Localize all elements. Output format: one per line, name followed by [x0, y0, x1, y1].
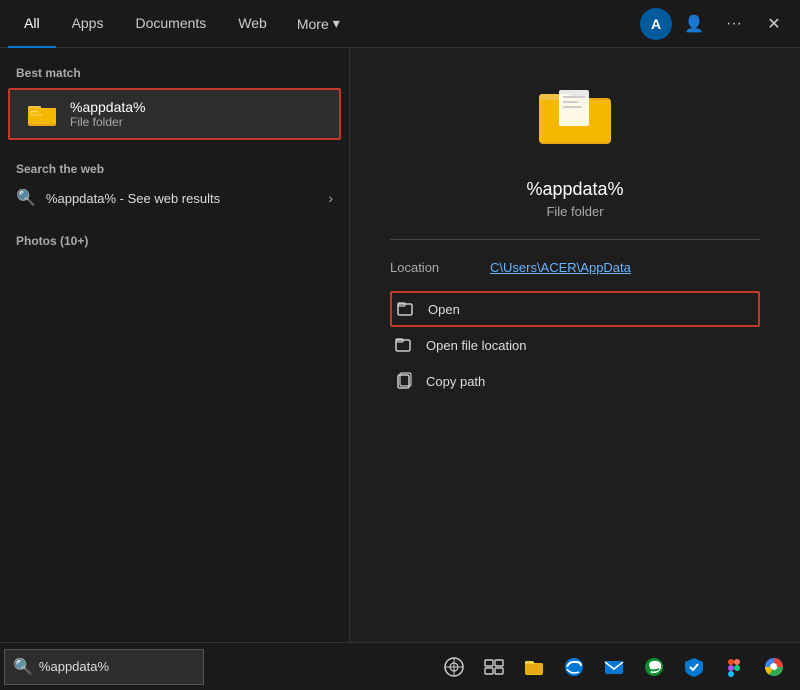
edge-icon[interactable]	[636, 649, 672, 685]
best-match-label: Best match	[0, 60, 349, 84]
mail-icon[interactable]	[596, 649, 632, 685]
location-value[interactable]: C\Users\ACER\AppData	[490, 260, 631, 275]
folder-icon	[26, 98, 58, 130]
location-label: Location	[390, 260, 490, 275]
search-bar[interactable]: 🔍 %appdata%	[4, 649, 204, 685]
open-file-location-action[interactable]: Open file location	[390, 327, 760, 363]
open-file-location-icon	[394, 335, 414, 355]
browser-icon[interactable]	[556, 649, 592, 685]
copy-path-label: Copy path	[426, 374, 485, 389]
web-search-item[interactable]: 🔍 %appdata% - See web results ›	[0, 180, 349, 216]
search-icon: 🔍	[16, 188, 36, 208]
avatar[interactable]: A	[640, 8, 672, 40]
chevron-right-icon: ›	[328, 190, 333, 206]
task-view-icon[interactable]	[476, 649, 512, 685]
search-bar-text: %appdata%	[39, 659, 109, 674]
tab-documents[interactable]: Documents	[119, 0, 222, 48]
best-match-item[interactable]: %appdata% File folder	[8, 88, 341, 140]
file-type: File folder	[546, 204, 603, 219]
shield-icon[interactable]	[676, 649, 712, 685]
taskbar-icons	[436, 649, 800, 685]
start-icon[interactable]	[436, 649, 472, 685]
best-match-text: %appdata% File folder	[70, 99, 146, 129]
copy-path-action[interactable]: Copy path	[390, 363, 760, 399]
action-list: Open Open file location	[390, 291, 760, 399]
taskbar: 🔍 %appdata%	[0, 642, 800, 690]
open-icon	[396, 299, 416, 319]
best-match-subtitle: File folder	[70, 115, 146, 129]
nav-icon-group: A 👤 ··· ✕	[640, 6, 792, 42]
chevron-down-icon: ▾	[333, 15, 340, 32]
copy-path-icon	[394, 371, 414, 391]
search-bar-icon: 🔍	[13, 657, 33, 677]
design-icon[interactable]	[716, 649, 752, 685]
file-name: %appdata%	[526, 179, 623, 200]
photos-label: Photos (10+)	[16, 234, 88, 248]
right-panel: %appdata% File folder Location C\Users\A…	[350, 48, 800, 642]
open-file-location-label: Open file location	[426, 338, 526, 353]
more-dropdown[interactable]: More ▾	[283, 0, 354, 48]
more-options-icon[interactable]: ···	[716, 6, 752, 42]
tab-web[interactable]: Web	[222, 0, 283, 48]
top-navigation: All Apps Documents Web More ▾ A 👤 ··· ✕	[0, 0, 800, 48]
left-panel: Best match %appdata% File folder	[0, 48, 350, 642]
open-action[interactable]: Open	[390, 291, 760, 327]
main-container: Best match %appdata% File folder	[0, 48, 800, 642]
open-label: Open	[428, 302, 460, 317]
close-icon[interactable]: ✕	[756, 6, 792, 42]
tab-all[interactable]: All	[8, 0, 56, 48]
file-icon-wrapper	[535, 78, 615, 163]
best-match-title: %appdata%	[70, 99, 146, 115]
user-switch-icon[interactable]: 👤	[676, 6, 712, 42]
file-explorer-icon[interactable]	[516, 649, 552, 685]
web-search-text: %appdata% - See web results	[46, 191, 220, 206]
photos-section: Photos (10+)	[0, 224, 349, 254]
chrome-icon[interactable]	[756, 649, 792, 685]
search-web-label: Search the web	[0, 156, 349, 180]
location-row: Location C\Users\ACER\AppData	[390, 256, 760, 287]
tab-apps[interactable]: Apps	[56, 0, 120, 48]
divider	[390, 239, 760, 240]
